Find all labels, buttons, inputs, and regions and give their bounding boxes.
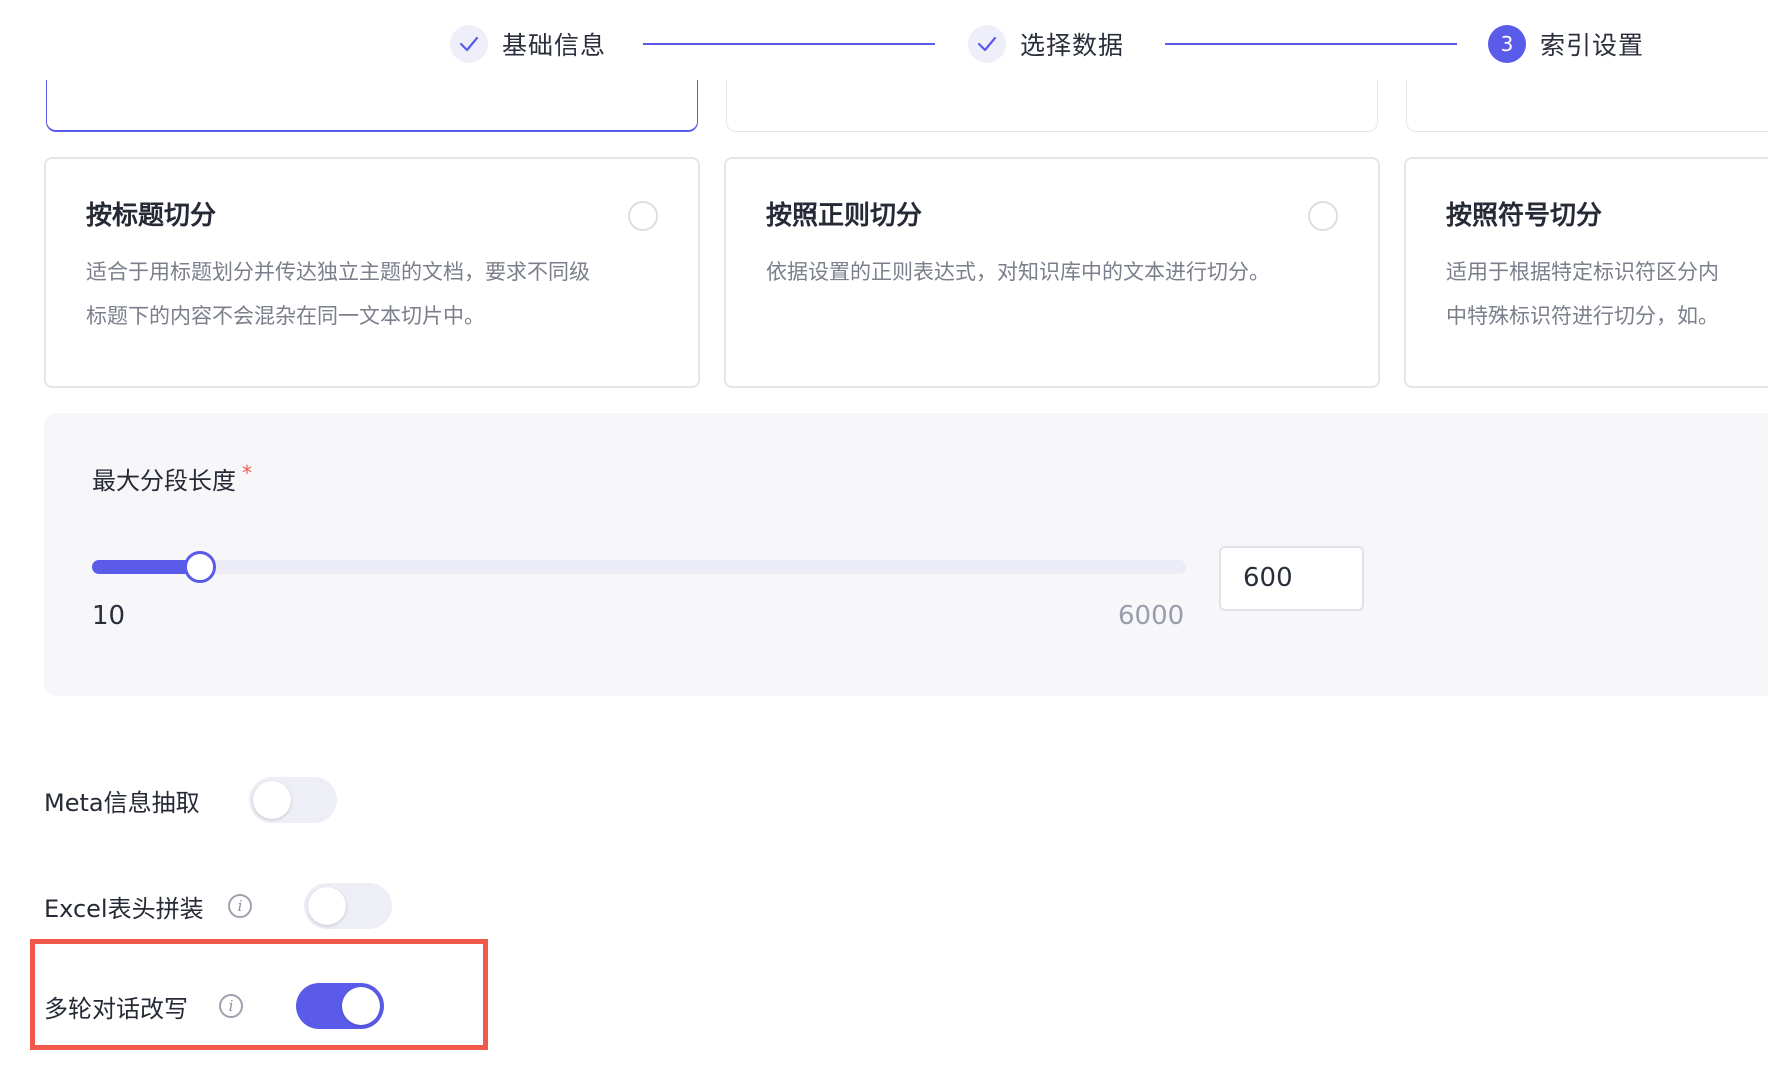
card-radio[interactable]: [628, 201, 658, 231]
info-icon[interactable]: i: [228, 894, 252, 918]
step-label: 基础信息: [502, 31, 607, 60]
index-settings-page: 基础信息 选择数据 3 索引设置 按标题切分 适合于用标题划分并传达独立主题的文…: [0, 0, 1768, 1070]
step-number-circle: 3: [1488, 25, 1526, 63]
step-basic-info[interactable]: 基础信息: [450, 22, 606, 66]
toggle-knob: [308, 887, 346, 925]
step-select-data[interactable]: 选择数据: [968, 22, 1124, 66]
max-segment-input[interactable]: 600: [1219, 546, 1364, 611]
split-card-regex[interactable]: 按照正则切分 依据设置的正则表达式，对知识库中的文本进行切分。: [724, 157, 1380, 388]
card-title: 按标题切分: [86, 201, 217, 231]
step-label: 索引设置: [1540, 31, 1645, 60]
meta-extract-label: Meta信息抽取: [44, 788, 200, 817]
card-description: 依据设置的正则表达式，对知识库中的文本进行切分。: [766, 260, 1270, 284]
step-label: 选择数据: [1020, 31, 1125, 60]
excel-header-row: Excel表头拼装 i: [44, 883, 464, 929]
split-card-heading[interactable]: 按标题切分 适合于用标题划分并传达独立主题的文档，要求不同级 标题下的内容不会混…: [44, 157, 700, 388]
slider-thumb[interactable]: [183, 551, 216, 583]
slider-max-label: 6000: [1118, 601, 1185, 631]
meta-extract-row: Meta信息抽取: [44, 777, 444, 823]
required-mark: *: [242, 461, 252, 485]
check-icon: [977, 36, 997, 52]
split-card-symbol[interactable]: 按照符号切分 适用于根据特定标识符区分内 中特殊标识符进行切分，如。: [1404, 157, 1768, 388]
max-segment-label: 最大分段长度 *: [92, 461, 252, 495]
card-partial[interactable]: [726, 80, 1378, 132]
step-index-settings[interactable]: 3 索引设置: [1488, 22, 1644, 66]
card-title: 按照正则切分: [766, 201, 923, 231]
max-segment-panel: 最大分段长度 * 10 6000 600: [44, 413, 1768, 696]
card-partial[interactable]: [1406, 80, 1768, 132]
card-description: 适用于根据特定标识符区分内 中特殊标识符进行切分，如。: [1446, 260, 1719, 328]
slider-min-label: 10: [92, 601, 126, 631]
stepper: 基础信息 选择数据 3 索引设置: [0, 22, 1768, 66]
excel-header-label: Excel表头拼装: [44, 894, 204, 923]
card-partial-selected[interactable]: [46, 80, 698, 132]
step-done-circle: [450, 25, 488, 63]
check-icon: [459, 36, 479, 52]
step-done-circle: [968, 25, 1006, 63]
toggle-knob: [253, 781, 291, 819]
card-radio[interactable]: [1308, 201, 1338, 231]
card-description: 适合于用标题划分并传达独立主题的文档，要求不同级 标题下的内容不会混杂在同一文本…: [86, 260, 590, 328]
highlight-box: [30, 939, 488, 1050]
card-title: 按照符号切分: [1446, 201, 1603, 231]
max-segment-slider[interactable]: [92, 551, 1186, 583]
meta-extract-toggle[interactable]: [249, 777, 337, 823]
excel-header-toggle[interactable]: [304, 883, 392, 929]
step-connector: [1165, 43, 1457, 45]
step-connector: [643, 43, 935, 45]
